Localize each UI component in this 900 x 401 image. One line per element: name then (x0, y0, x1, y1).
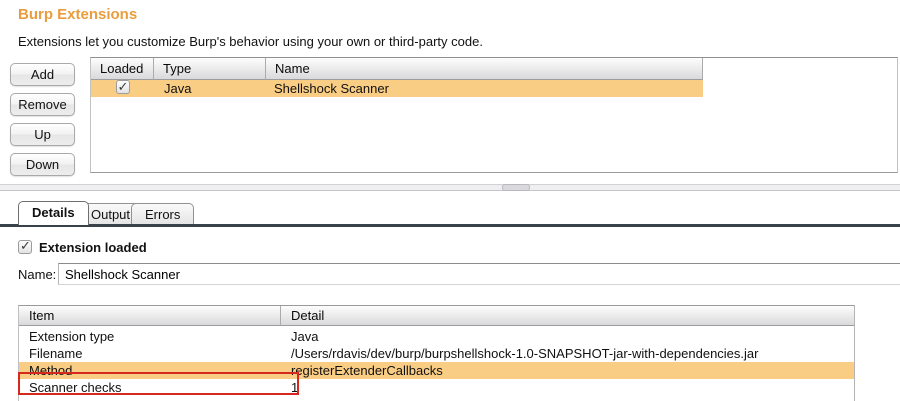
column-header-type: Type (154, 58, 266, 80)
page-subtitle: Extensions let you customize Burp's beha… (18, 34, 483, 49)
red-annotation-box (18, 372, 299, 395)
remove-button[interactable]: Remove (10, 93, 75, 116)
detail-cell: /Users/rdavis/dev/burp/burpshellshock-1.… (281, 345, 854, 362)
property-row-filename[interactable]: Filename /Users/rdavis/dev/burp/burpshel… (19, 345, 854, 362)
name-field-label: Name: (18, 267, 56, 282)
properties-table-header: Item Detail (19, 306, 854, 328)
page-title: Burp Extensions (18, 6, 137, 23)
column-header-loaded: Loaded (91, 58, 154, 80)
horizontal-splitter[interactable] (0, 184, 900, 191)
item-cell: Filename (19, 345, 281, 362)
item-cell: Extension type (19, 328, 281, 345)
extension-loaded-label: Extension loaded (39, 240, 147, 255)
tab-underline (0, 224, 900, 227)
properties-table: Item Detail Extension type Java Filename… (18, 305, 855, 401)
tab-errors[interactable]: Errors (131, 203, 194, 225)
extensions-table: Loaded Type Name ✓ Java Shellshock Scann… (90, 57, 898, 173)
check-icon: ✓ (20, 238, 31, 254)
detail-cell: registerExtenderCallbacks (281, 362, 854, 379)
tab-details[interactable]: Details (18, 201, 89, 225)
type-cell: Java (154, 80, 266, 97)
column-header-detail: Detail (281, 306, 854, 326)
detail-cell: Java (281, 328, 854, 345)
column-header-item: Item (19, 306, 281, 326)
extension-row[interactable]: ✓ Java Shellshock Scanner (91, 80, 703, 97)
extension-loaded-checkbox[interactable]: ✓ (18, 240, 32, 254)
check-icon: ✓ (118, 80, 129, 95)
name-cell: Shellshock Scanner (266, 80, 703, 97)
extensions-table-header: Loaded Type Name (91, 58, 897, 80)
extension-name-input[interactable] (58, 263, 900, 285)
splitter-grip-icon[interactable] (502, 184, 530, 191)
detail-cell: 1 (281, 379, 854, 396)
loaded-checkbox[interactable]: ✓ (116, 80, 130, 94)
down-button[interactable]: Down (10, 153, 75, 176)
column-header-name: Name (266, 58, 703, 80)
loaded-cell: ✓ (91, 80, 154, 98)
up-button[interactable]: Up (10, 123, 75, 146)
property-row-extension-type[interactable]: Extension type Java (19, 328, 854, 345)
add-button[interactable]: Add (10, 63, 75, 86)
